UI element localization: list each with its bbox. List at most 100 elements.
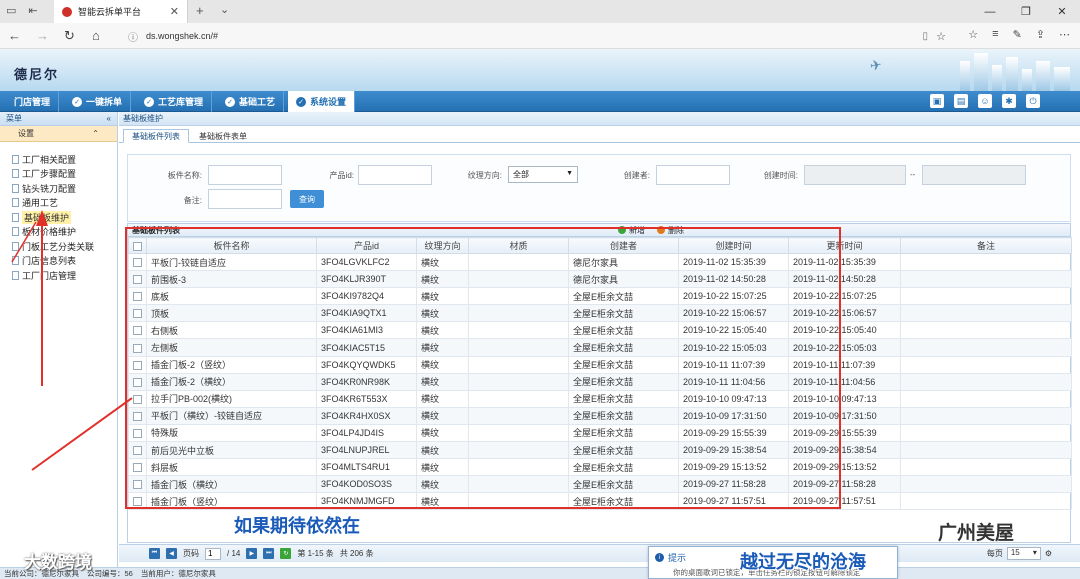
grain-direction-select[interactable]: 全部 ▼ [508, 166, 578, 183]
menu-store-management[interactable]: 门店管理 [6, 91, 60, 112]
sidebar-item-base-board[interactable]: 基础板维护 [0, 210, 117, 225]
close-window-icon[interactable]: ✕ [1044, 0, 1080, 23]
checkbox[interactable] [133, 343, 142, 353]
table-row[interactable]: 插金门板-2（横纹） 3FO4KR0NR98K 横纹 全屋E柜余文喆 2019-10-1… [128, 372, 1072, 391]
row-checkbox[interactable] [128, 492, 147, 511]
checkbox[interactable] [133, 446, 142, 456]
cell-board-name[interactable]: 插金门板（竖纹） [146, 492, 317, 511]
settings-icon[interactable]: ⚙ [1045, 549, 1052, 558]
col-grain[interactable]: 纹理方向 [416, 237, 469, 254]
table-row[interactable]: 平板门-铰链自适应 3FO4LGVKLFC2 横纹 德尼尔家具 2019-11-02 1… [128, 252, 1072, 272]
info-icon[interactable]: ⓘ [128, 29, 138, 44]
table-row[interactable]: 左侧板 3FO4KIAC5T15 横纹 全屋E柜余文喆 2019-10-22 15:05… [128, 338, 1072, 357]
row-checkbox[interactable] [128, 355, 147, 374]
row-checkbox[interactable] [128, 423, 147, 443]
table-row[interactable]: 前后见光中立板 3FO4LNUPJREL 横纹 全屋E柜余文喆 2019-09-29 1… [128, 441, 1072, 460]
tab-preview-icon[interactable]: ▭ [6, 4, 16, 17]
board-name-input[interactable] [208, 165, 282, 185]
table-row[interactable]: 右侧板 3FO4KIA61MI3 横纹 全屋E柜余文喆 2019-10-22 15:05… [128, 321, 1072, 340]
favorites-icon[interactable]: ☆ [968, 28, 978, 41]
checkbox[interactable] [133, 497, 142, 507]
reading-list-icon[interactable]: ≡ [992, 28, 998, 41]
col-board-name[interactable]: 板件名称 [146, 237, 317, 254]
row-checkbox[interactable] [128, 321, 147, 340]
share-icon[interactable]: ⇪ [1036, 28, 1045, 41]
reading-view-icon[interactable]: ▯ [922, 31, 928, 42]
table-row[interactable]: 斜层板 3FO4MLTS4RU1 横纹 全屋E柜余文喆 2019-09-29 15:13… [128, 458, 1072, 477]
cell-board-name[interactable]: 底板 [146, 287, 317, 306]
product-id-input[interactable] [358, 165, 432, 185]
table-row[interactable]: 平板门（横纹）-铰链自适应 3FO4KR4HX0SX 横纹 全屋E柜余文喆 2019-1… [128, 406, 1072, 425]
first-page-icon[interactable]: ⏮ [149, 548, 160, 559]
page-number-input[interactable] [205, 547, 221, 560]
back-icon[interactable]: ← [8, 28, 21, 43]
table-row[interactable]: 特殊版 3FO4LP4JD4IS 横纹 全屋E柜余文喆 2019-09-29 15:55… [128, 423, 1072, 443]
cell-board-name[interactable]: 插金门板（横纹） [146, 475, 317, 494]
checkbox[interactable] [133, 411, 142, 421]
per-page-select[interactable]: 15 [1006, 547, 1041, 560]
checkbox[interactable] [133, 309, 142, 319]
tab-list-chevron-icon[interactable]: ⌄ [220, 3, 229, 16]
row-checkbox[interactable] [128, 441, 147, 460]
table-row[interactable]: 拉手门PB-002(横纹) 3FO4KR6T553X 横纹 全屋E柜余文喆 2019-1… [128, 389, 1072, 408]
more-icon[interactable]: ⋯ [1059, 28, 1070, 41]
col-product-id[interactable]: 产品id [316, 237, 417, 254]
checkbox[interactable] [133, 292, 142, 302]
sidebar-item-door-process[interactable]: 门板工艺分类关联 [0, 239, 117, 254]
created-end-date[interactable] [922, 165, 1026, 185]
cell-board-name[interactable]: 平板门（横纹）-铰链自适应 [146, 406, 317, 425]
table-row[interactable]: 插金门板（横纹） 3FO4KOD0SO3S 横纹 全屋E柜余文喆 2019-09-27 … [128, 475, 1072, 494]
chevron-up-icon[interactable]: ⌃ [92, 129, 99, 138]
cell-board-name[interactable]: 顶板 [146, 304, 317, 323]
cell-board-name[interactable]: 右侧板 [146, 321, 317, 340]
home-icon[interactable]: ⌂ [92, 28, 100, 43]
table-row[interactable]: 顶板 3FO4KIA9QTX1 横纹 全屋E柜余文喆 2019-10-22 15:06:… [128, 304, 1072, 323]
sidebar-item-store-list[interactable]: 门店信息列表 [0, 254, 117, 269]
refresh-icon[interactable]: ↻ [64, 28, 75, 44]
cell-board-name[interactable]: 平板门-铰链自适应 [146, 252, 317, 272]
next-page-icon[interactable]: ▶ [246, 548, 258, 559]
row-checkbox[interactable] [128, 304, 147, 323]
desktop-icon[interactable]: ▣ [930, 94, 944, 108]
col-note[interactable]: 备注 [900, 237, 1072, 254]
menu-basic-process[interactable]: ✓ 基础工艺 [217, 91, 285, 112]
user-icon[interactable]: ☺ [978, 94, 992, 108]
row-checkbox[interactable] [128, 458, 147, 477]
tab-board-form[interactable]: 基础板件表单 [191, 129, 255, 143]
gear-icon[interactable]: ✱ [1002, 94, 1016, 108]
table-row[interactable]: 底板 3FO4KI9782Q4 横纹 全屋E柜余文喆 2019-10-22 15:07:… [128, 287, 1072, 306]
row-checkbox[interactable] [128, 270, 147, 289]
checkbox[interactable] [133, 480, 142, 490]
select-all-checkbox[interactable] [128, 237, 147, 254]
delete-button[interactable]: 删除 [657, 225, 684, 236]
sidebar-section-settings[interactable]: 设置 ⌃ [0, 126, 117, 142]
checkbox[interactable] [133, 258, 142, 268]
checkbox[interactable] [133, 429, 142, 439]
sidebar-item-board-price[interactable]: 板材价格维护 [0, 225, 117, 240]
menu-process-library[interactable]: ✓ 工艺库管理 [136, 91, 213, 112]
col-updated-time[interactable]: 更新时间 [788, 237, 901, 254]
col-creator[interactable]: 创建者 [568, 237, 679, 254]
url-field[interactable]: ⓘ ds.wongshek.cn/# ▯ ☆ [128, 27, 958, 45]
col-material[interactable]: 材质 [468, 237, 569, 254]
creator-input[interactable] [656, 165, 730, 185]
prev-page-icon[interactable]: ◀ [166, 548, 177, 559]
menu-one-click-split[interactable]: ✓ 一键拆单 [64, 91, 132, 112]
cell-board-name[interactable]: 插金门板-2（横纹） [146, 372, 317, 391]
checkbox[interactable] [133, 326, 142, 336]
calendar-icon[interactable]: ▤ [954, 94, 968, 108]
checkbox[interactable] [133, 377, 142, 387]
menu-system-settings[interactable]: ✓ 系统设置 [288, 91, 356, 112]
sidebar-item-drill-config[interactable]: 钻头铣刀配置 [0, 181, 117, 196]
cell-board-name[interactable]: 拉手门PB-002(横纹) [146, 389, 317, 408]
close-tab-icon[interactable]: ✕ [170, 5, 179, 18]
created-start-date[interactable] [804, 165, 906, 185]
col-created-time[interactable]: 创建时间 [678, 237, 789, 254]
logout-icon[interactable]: ⏻ [1026, 94, 1040, 108]
row-checkbox[interactable] [128, 372, 147, 391]
favorite-star-icon[interactable]: ☆ [936, 30, 946, 43]
row-checkbox[interactable] [128, 287, 147, 306]
checkbox[interactable] [133, 394, 142, 404]
set-aside-icon[interactable]: ⇤ [28, 4, 37, 17]
sidebar-item-factory-steps[interactable]: 工厂步骤配置 [0, 167, 117, 182]
